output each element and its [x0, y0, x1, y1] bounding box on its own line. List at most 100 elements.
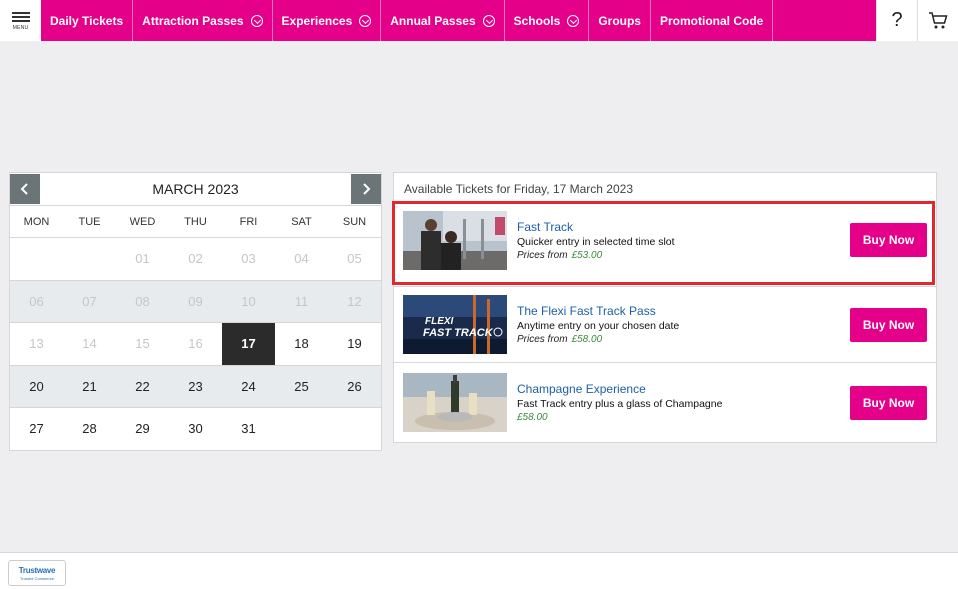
- buy-now-button[interactable]: Buy Now: [850, 223, 927, 257]
- calendar-day: 05: [347, 251, 362, 267]
- calendar-day: 01: [135, 251, 150, 267]
- flexi-thumb-line2: FAST TRACK: [423, 327, 494, 339]
- calendar-day: 13: [29, 336, 44, 352]
- calendar-day[interactable]: 25: [275, 366, 328, 408]
- tickets-panel: Available Tickets for Friday, 17 March 2…: [393, 172, 937, 443]
- nav-schools[interactable]: Schools: [505, 0, 590, 41]
- nav-label: Promotional Code: [659, 13, 764, 28]
- prev-month-button[interactable]: [10, 174, 40, 204]
- price-prefix: Prices from: [517, 249, 568, 261]
- buy-now-button[interactable]: Buy Now: [850, 307, 927, 342]
- top-nav: MENU Daily Tickets Attraction Passes Exp…: [0, 0, 958, 41]
- weekday-label: MON: [23, 215, 50, 228]
- help-button[interactable]: ?: [876, 0, 917, 41]
- calendar-day[interactable]: 27: [10, 408, 63, 450]
- cart-button[interactable]: [917, 0, 958, 41]
- calendar-week-row: 27 28 29 30 31: [10, 408, 381, 451]
- calendar-day: 16: [188, 336, 203, 352]
- calendar-day[interactable]: 30: [169, 408, 222, 450]
- nav-promotional-code[interactable]: Promotional Code: [651, 0, 774, 41]
- nav-experiences[interactable]: Experiences: [273, 0, 382, 41]
- calendar-empty-cell: [275, 408, 328, 450]
- weekday-label: TUE: [78, 215, 101, 228]
- nav-label: Groups: [598, 13, 641, 28]
- footer: Trustwave Trusted Commerce: [0, 552, 958, 589]
- chevron-right-icon: [363, 183, 371, 195]
- nav-annual-passes[interactable]: Annual Passes: [381, 0, 505, 41]
- calendar-day[interactable]: 23: [169, 366, 222, 408]
- chevron-left-icon: [20, 183, 28, 195]
- ticket-champagne-experience: Champagne Experience Fast Track entry pl…: [394, 362, 936, 442]
- menu-label: MENU: [12, 25, 29, 31]
- badge-title: Trustwave: [18, 565, 56, 575]
- ticket-flexi-fast-track: FLEXI FAST TRACK The Flexi Fast Track Pa…: [394, 286, 936, 362]
- ticket-thumbnail: [403, 373, 507, 432]
- calendar-day: 14: [82, 336, 97, 352]
- menu-button[interactable]: MENU: [0, 0, 41, 41]
- calendar-header: MARCH 2023: [10, 173, 381, 205]
- calendar-week-row: 06 07 08 09 10 11 12: [10, 280, 381, 323]
- calendar-empty-cell: [328, 408, 381, 450]
- calendar-day[interactable]: 19: [328, 323, 381, 365]
- nav-label: Schools: [513, 13, 561, 28]
- chevron-down-icon: [482, 14, 495, 27]
- calendar-empty-cell: [63, 238, 116, 280]
- calendar-day: 08: [135, 293, 150, 309]
- hamburger-icon: [11, 10, 30, 24]
- nav-label: Annual Passes: [390, 13, 476, 28]
- calendar-grid: 01 02 03 04 05 06 07 08 09 10 11 12 13 14 15 16 17 18 19 20…: [10, 238, 381, 451]
- calendar-day: 15: [135, 336, 150, 352]
- calendar-day: 07: [82, 293, 97, 309]
- tickets-heading: Available Tickets for Friday, 17 March 2…: [404, 181, 633, 196]
- calendar-day[interactable]: 18: [275, 323, 328, 365]
- calendar-day[interactable]: 21: [63, 366, 116, 408]
- calendar-day[interactable]: 20: [10, 366, 63, 408]
- weekday-header: MON TUE WED THU FRI SAT SUN: [10, 205, 381, 238]
- nav-groups[interactable]: Groups: [589, 0, 651, 41]
- calendar-day[interactable]: 22: [116, 366, 169, 408]
- weekday-label: WED: [129, 215, 156, 228]
- nav-label: Attraction Passes: [142, 13, 244, 28]
- weekday-label: THU: [184, 215, 207, 228]
- calendar-week-row: 13 14 15 16 17 18 19: [10, 323, 381, 366]
- calendar-day[interactable]: 29: [116, 408, 169, 450]
- calendar-day: 02: [188, 251, 203, 267]
- calendar-day: 06: [29, 293, 44, 309]
- nav-label: Experiences: [281, 13, 353, 28]
- calendar-day[interactable]: 26: [328, 366, 381, 408]
- calendar-day: 09: [188, 293, 203, 309]
- ticket-fast-track: Fast Track Quicker entry in selected tim…: [394, 205, 936, 275]
- chevron-down-icon: [359, 14, 372, 27]
- question-icon: ?: [891, 9, 903, 31]
- calendar-day: 04: [294, 251, 309, 267]
- calendar-day[interactable]: 17: [222, 323, 275, 365]
- price-amount: £58.00: [517, 412, 548, 423]
- calendar-day: 10: [241, 293, 256, 309]
- calendar-day[interactable]: 28: [63, 408, 116, 450]
- calendar-week-row: 20 21 22 23 24 25 26: [10, 365, 381, 408]
- nav-attraction-passes[interactable]: Attraction Passes: [133, 0, 273, 41]
- ticket-thumbnail: FLEXI FAST TRACK: [403, 295, 507, 354]
- calendar-day: 03: [241, 251, 256, 267]
- weekday-label: SAT: [291, 215, 312, 228]
- calendar-day[interactable]: 31: [222, 408, 275, 450]
- next-month-button[interactable]: [351, 174, 381, 204]
- badge-subtitle: Trusted Commerce: [19, 575, 55, 581]
- buy-now-button[interactable]: Buy Now: [850, 385, 927, 420]
- cart-icon: [929, 11, 948, 28]
- weekday-label: SUN: [342, 215, 367, 228]
- calendar: MARCH 2023 MON TUE WED THU FRI SAT SUN 0…: [9, 172, 382, 451]
- price-amount: £53.00: [571, 249, 603, 261]
- trustwave-badge[interactable]: Trustwave Trusted Commerce: [8, 560, 66, 586]
- weekday-label: FRI: [239, 215, 258, 228]
- calendar-week-row: 01 02 03 04 05: [10, 238, 381, 281]
- calendar-month-title: MARCH 2023: [152, 181, 239, 197]
- price-prefix: Prices from: [517, 334, 568, 345]
- calendar-day: 11: [294, 293, 309, 309]
- chevron-down-icon: [250, 14, 263, 27]
- nav-daily-tickets[interactable]: Daily Tickets: [41, 0, 134, 41]
- calendar-day[interactable]: 24: [222, 366, 275, 408]
- flexi-thumb-line1: FLEXI: [425, 316, 454, 327]
- price-amount: £58.00: [571, 334, 603, 345]
- calendar-empty-cell: [10, 238, 63, 280]
